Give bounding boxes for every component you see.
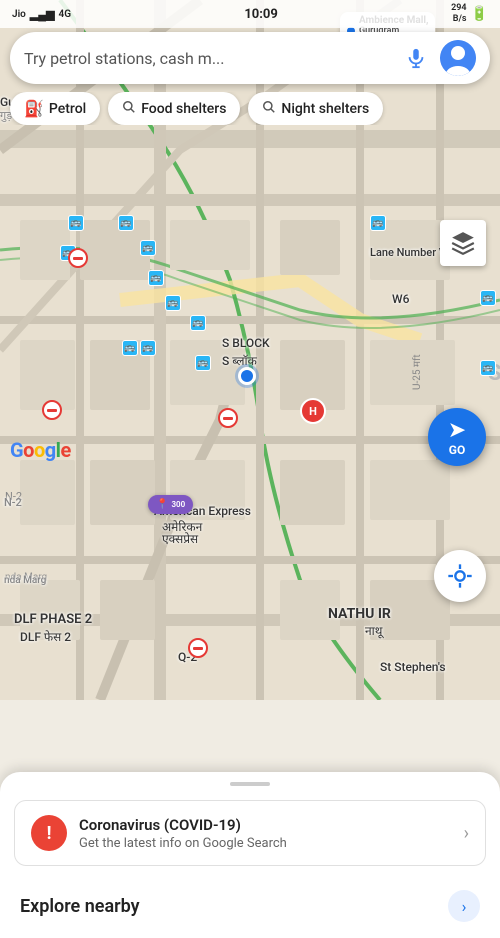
svg-text:N-2: N-2 <box>5 490 22 503</box>
user-avatar[interactable] <box>440 40 476 76</box>
amex-icon: 📍 <box>156 499 168 510</box>
status-time: 10:09 <box>244 7 278 22</box>
no-entry-sign <box>188 638 208 658</box>
location-icon <box>446 562 474 590</box>
carrier-text: Jio <box>12 9 26 20</box>
bus-marker: 🚌 <box>480 360 496 376</box>
status-right: 294B/s 🔋 <box>451 3 488 25</box>
layers-button[interactable] <box>440 220 486 266</box>
bus-marker: 🚌 <box>190 315 206 331</box>
svg-text:nda Marg: nda Marg <box>5 572 47 583</box>
chip-petrol[interactable]: ⛽ Petrol <box>10 92 100 125</box>
go-arrow-icon: ➤ <box>448 418 466 443</box>
data-speed: 294B/s <box>451 3 466 25</box>
status-bar: Jio ▂▄▆ 4G 10:09 294B/s 🔋 <box>0 0 500 28</box>
covid-card[interactable]: ! Coronavirus (COVID-19) Get the latest … <box>14 800 486 866</box>
food-search-icon <box>122 99 136 118</box>
network-type: 4G <box>59 9 72 20</box>
covid-subtitle: Get the latest info on Google Search <box>79 836 452 851</box>
battery-icon: 🔋 <box>471 6 488 22</box>
mic-icon <box>405 47 427 69</box>
mic-button[interactable] <box>398 40 434 76</box>
covid-text-block: Coronavirus (COVID-19) Get the latest in… <box>79 816 452 851</box>
explore-nearby-row[interactable]: Explore nearby › <box>0 880 500 928</box>
bus-marker: 🚌 <box>165 295 181 311</box>
bus-marker: 🚌 <box>68 215 84 231</box>
no-entry-sign <box>218 408 238 428</box>
status-left: Jio ▂▄▆ 4G <box>12 8 71 21</box>
filter-chips-row: ⛽ Petrol Food shelters Night shelters <box>0 92 500 125</box>
bus-marker: 🚌 <box>140 340 156 356</box>
go-label: GO <box>449 443 465 457</box>
explore-nearby-arrow[interactable]: › <box>448 890 480 922</box>
svg-text:U-25 मft: U-25 मft <box>411 354 423 390</box>
drag-handle[interactable] <box>230 782 270 786</box>
bus-marker: 🚌 <box>195 355 211 371</box>
bus-marker: 🚌 <box>118 215 134 231</box>
user-location-dot <box>238 367 256 385</box>
hotel-marker[interactable]: H <box>300 398 326 424</box>
avatar-image <box>440 40 476 76</box>
search-input-text[interactable]: Try petrol stations, cash m... <box>24 49 398 68</box>
covid-alert-icon: ! <box>31 815 67 851</box>
bus-marker: 🚌 <box>148 270 164 286</box>
bottom-panel: ! Coronavirus (COVID-19) Get the latest … <box>0 772 500 938</box>
bus-marker: 🚌 <box>480 290 496 306</box>
petrol-icon: ⛽ <box>24 99 44 118</box>
covid-chevron-right: › <box>464 823 469 844</box>
signal-icon: ▂▄▆ <box>30 8 55 21</box>
explore-arrow-icon: › <box>462 897 467 916</box>
search-bar[interactable]: Try petrol stations, cash m... <box>10 32 490 84</box>
covid-title: Coronavirus (COVID-19) <box>79 816 452 834</box>
chip-food-shelters-label: Food shelters <box>141 101 226 117</box>
chip-petrol-label: Petrol <box>49 101 86 117</box>
amex-label: 300 <box>171 500 185 509</box>
american-express-marker[interactable]: 📍 300 <box>148 495 193 514</box>
chip-food-shelters[interactable]: Food shelters <box>108 92 240 125</box>
my-location-button[interactable] <box>434 550 486 602</box>
no-entry-sign <box>68 248 88 268</box>
chip-night-shelters-label: Night shelters <box>281 101 369 117</box>
bus-marker: 🚌 <box>140 240 156 256</box>
layers-icon <box>450 230 476 256</box>
chip-night-shelters[interactable]: Night shelters <box>248 92 383 125</box>
bus-marker: 🚌 <box>122 340 138 356</box>
explore-nearby-label: Explore nearby <box>20 896 140 917</box>
no-entry-sign <box>42 400 62 420</box>
go-button[interactable]: ➤ GO <box>428 408 486 466</box>
google-logo: Google <box>10 438 71 462</box>
covid-exclamation: ! <box>47 823 52 844</box>
bus-marker: 🚌 <box>370 215 386 231</box>
night-search-icon <box>262 99 276 118</box>
